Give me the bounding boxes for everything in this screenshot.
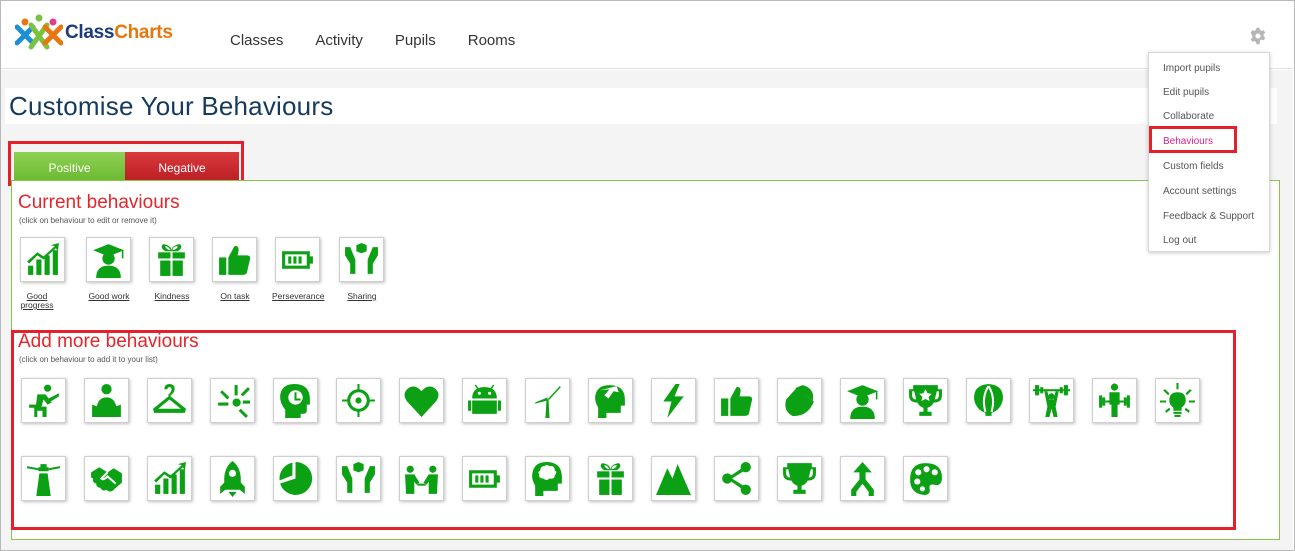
behaviours-menu-highlight-box (1149, 126, 1237, 153)
add-behaviours-highlight-box (11, 330, 1236, 530)
current-behaviour-label[interactable]: On task (209, 292, 261, 301)
logo-figures-icon (15, 14, 63, 50)
current-behaviours-title: Current behaviours (18, 192, 180, 213)
hands-cube-icon (345, 243, 378, 274)
current-behaviour-tile[interactable] (275, 237, 320, 282)
page-title: Customise Your Behaviours (9, 91, 334, 121)
battery-icon (282, 251, 313, 269)
chart-growth-icon (27, 243, 59, 275)
menu-collaborate[interactable]: Collaborate (1163, 111, 1214, 122)
top-bar: ClassCharts Classes Activity Pupils Room… (1, 1, 1293, 69)
menu-account-settings[interactable]: Account settings (1163, 186, 1236, 197)
main-nav: Classes Activity Pupils Rooms (230, 32, 515, 49)
current-behaviour-label[interactable]: Good work (83, 292, 135, 301)
current-behaviour-tile[interactable] (86, 237, 131, 282)
current-behaviour-label[interactable]: Kindness (146, 292, 198, 301)
logo-text-charts: Charts (114, 22, 173, 43)
current-behaviour-tile[interactable] (20, 237, 65, 282)
current-behaviour-tile[interactable] (339, 237, 384, 282)
logo-text-class: Class (65, 22, 115, 43)
menu-edit-pupils[interactable]: Edit pupils (1163, 87, 1209, 98)
gift-icon (158, 244, 185, 276)
current-behaviour-label[interactable]: Good progress (17, 292, 57, 310)
logo-wordmark: ClassCharts (65, 22, 173, 44)
current-behaviour-tile[interactable] (212, 237, 257, 282)
menu-import-pupils[interactable]: Import pupils (1163, 63, 1220, 74)
graduate-icon (93, 244, 124, 278)
nav-classes[interactable]: Classes (230, 32, 283, 49)
classcharts-logo[interactable]: ClassCharts (15, 13, 173, 53)
menu-custom-fields[interactable]: Custom fields (1163, 161, 1224, 172)
nav-rooms[interactable]: Rooms (468, 32, 516, 49)
nav-activity[interactable]: Activity (315, 32, 363, 49)
current-behaviour-tile[interactable] (149, 237, 194, 282)
current-behaviour-label[interactable]: Perseverance (272, 292, 324, 301)
current-behaviour-label[interactable]: Sharing (336, 292, 388, 301)
menu-log-out[interactable]: Log out (1163, 235, 1196, 246)
current-behaviours-hint: (click on behaviour to edit or remove it… (19, 216, 157, 225)
nav-pupils[interactable]: Pupils (395, 32, 436, 49)
thumbs-up-icon (219, 245, 251, 275)
gear-icon[interactable] (1249, 27, 1267, 45)
menu-feedback-support[interactable]: Feedback & Support (1163, 211, 1254, 222)
